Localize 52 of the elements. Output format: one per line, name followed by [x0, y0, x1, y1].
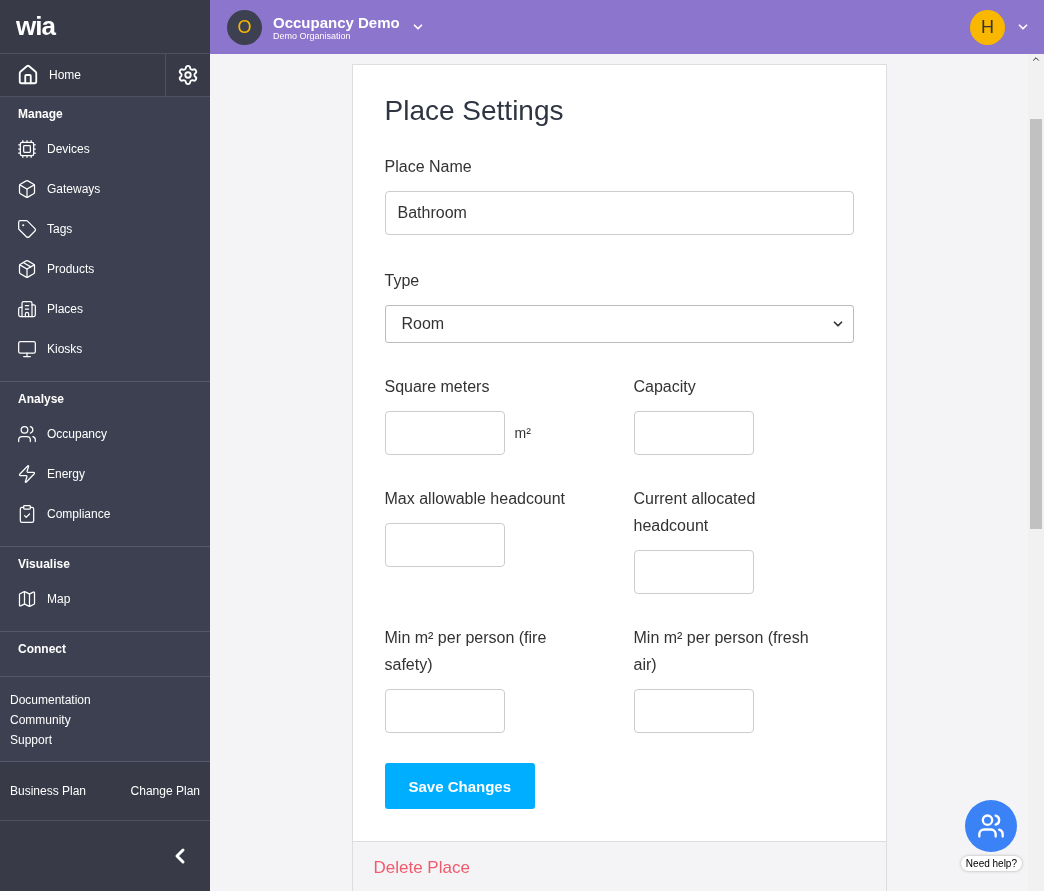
field-label: Min m² per person (fire safety): [384, 628, 548, 675]
field-label: Place Name: [384, 157, 473, 177]
kiosk-icon: [17, 339, 37, 359]
org-avatar: O: [227, 9, 262, 45]
number-field[interactable]: [633, 689, 754, 733]
nav-item[interactable]: Products: [0, 249, 210, 289]
tag-icon: [17, 219, 37, 239]
number-field[interactable]: [384, 689, 505, 733]
people-icon: [17, 424, 37, 444]
scrollbar[interactable]: [1028, 54, 1044, 891]
section-heading: Analyse: [17, 392, 66, 406]
plan-name: Business Plan: [10, 784, 87, 798]
help-label: Need help?: [960, 856, 1022, 871]
arrow-up-icon[interactable]: [1031, 54, 1041, 64]
people-icon: [977, 812, 1006, 840]
nav-item[interactable]: Kiosks: [0, 329, 210, 369]
footer-link[interactable]: Support: [10, 733, 200, 747]
footer-link[interactable]: Documentation: [10, 693, 200, 707]
section-heading: Manage: [17, 107, 64, 121]
page-title: Place Settings: [384, 95, 565, 127]
nav-item[interactable]: Tags: [0, 209, 210, 249]
number-field[interactable]: [384, 523, 505, 567]
nav-item[interactable]: Compliance: [0, 494, 210, 534]
type-select[interactable]: Room: [384, 305, 854, 343]
number-field[interactable]: [633, 411, 754, 455]
section-heading: Connect: [17, 642, 67, 656]
change-plan-link[interactable]: Change Plan: [130, 784, 200, 798]
field-label: Max allowable headcount: [384, 489, 567, 509]
field-label: Type: [384, 271, 421, 291]
nav-item[interactable]: Energy: [0, 454, 210, 494]
footer-link[interactable]: Community: [10, 713, 200, 727]
number-field[interactable]: [384, 411, 505, 455]
settings-icon: [177, 64, 199, 86]
nav-item[interactable]: Map: [0, 579, 210, 619]
nav-item[interactable]: Places: [0, 289, 210, 329]
nav-item[interactable]: Devices: [0, 129, 210, 169]
clipboard-icon: [17, 504, 37, 524]
field-label: Min m² per person (fresh air): [633, 628, 810, 675]
organisation-switcher[interactable]: O Occupancy Demo Demo Organisation: [227, 9, 425, 45]
logo: wia: [16, 11, 55, 42]
house-icon: [17, 64, 39, 86]
unit-label: m²: [514, 425, 531, 441]
nav-item[interactable]: Gateways: [0, 169, 210, 209]
place-name-field[interactable]: Bathroom: [384, 191, 854, 235]
nav-item[interactable]: Occupancy: [0, 414, 210, 454]
field-label: Current allocated headcount: [633, 489, 757, 536]
field-label: Square meters: [384, 377, 491, 397]
map-icon: [17, 589, 37, 609]
field-label: Capacity: [633, 377, 697, 397]
section-heading: Visualise: [17, 557, 71, 571]
chip-icon: [17, 139, 37, 159]
number-field[interactable]: [633, 550, 754, 594]
